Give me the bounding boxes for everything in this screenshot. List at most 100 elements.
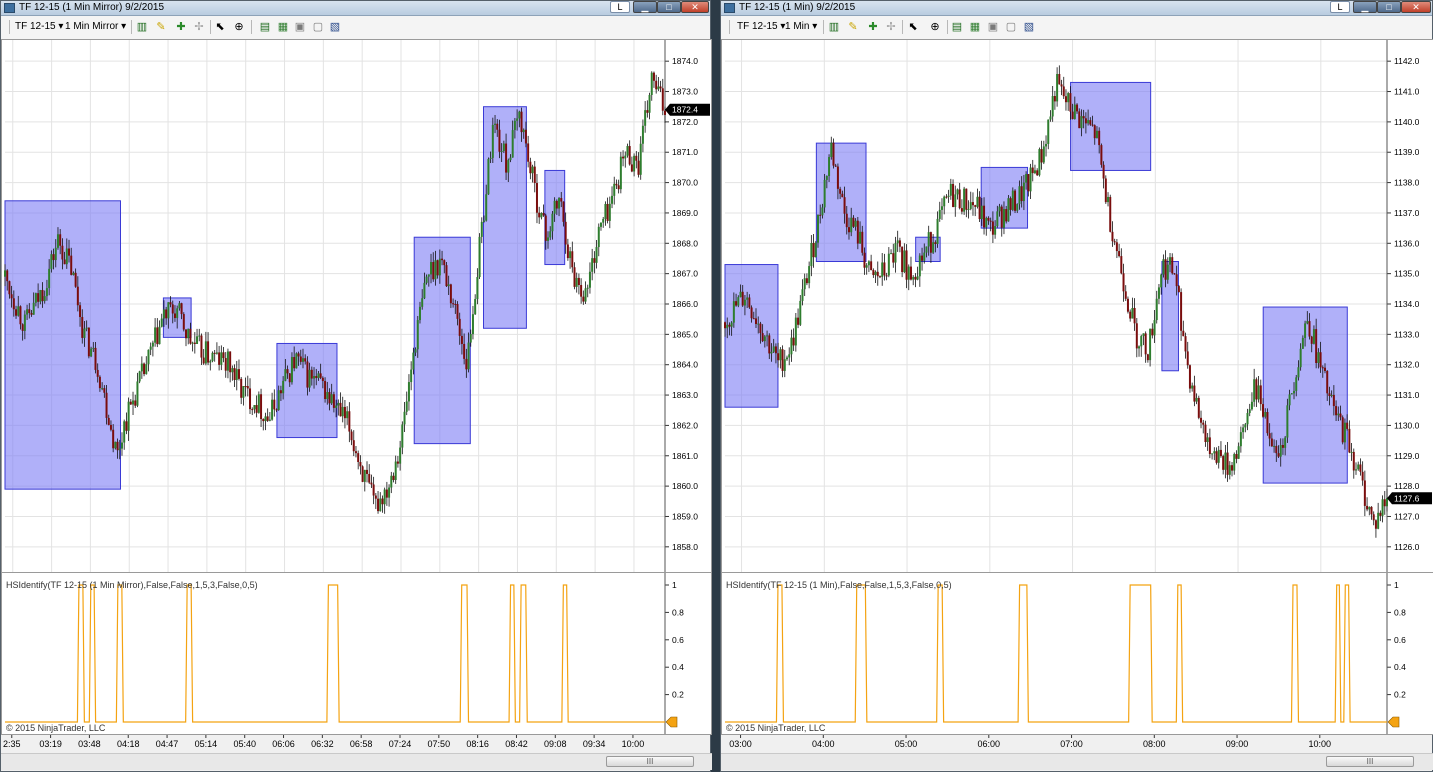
candle-body <box>1255 379 1258 400</box>
title-bar[interactable]: TF 12-15 (1 Min Mirror) 9/2/2015 L ▁ □ ✕ <box>1 1 710 16</box>
minimize-button[interactable]: ▁ <box>1353 1 1377 13</box>
indicators-icon[interactable]: ▦ <box>969 21 981 33</box>
candle-body <box>522 129 525 133</box>
candle-body <box>61 245 64 260</box>
maximize-button[interactable]: □ <box>657 1 681 13</box>
candle-body <box>465 358 468 370</box>
time-tick-label: 04:47 <box>156 739 179 749</box>
candle-body <box>949 183 952 196</box>
horizontal-scrollbar[interactable]: III <box>1 753 712 770</box>
candle-body <box>381 498 384 505</box>
candle-body <box>1352 451 1355 471</box>
candle-body <box>987 217 990 221</box>
period-selector[interactable]: 1 Min ▾ <box>785 20 817 34</box>
candle-body <box>379 498 382 512</box>
candle-body <box>237 369 240 379</box>
candle-body <box>983 205 986 228</box>
candle-body <box>277 390 280 411</box>
time-tick-label: 08:16 <box>466 739 489 749</box>
candle-body <box>1339 413 1342 418</box>
candle-body <box>821 207 824 216</box>
candle-body <box>1053 96 1056 102</box>
close-button[interactable]: ✕ <box>1401 1 1431 13</box>
window-title: TF 12-15 (1 Min) 9/2/2015 <box>739 2 856 13</box>
data-box-icon[interactable]: ▧ <box>329 21 341 33</box>
bar-style-icon[interactable]: ▥ <box>828 21 840 33</box>
candle-body <box>98 376 101 389</box>
chart-window-right[interactable]: TF 12-15 (1 Min) 9/2/2015 L ▁ □ ✕ TF 12-… <box>720 0 1433 772</box>
drawing-tool-icon[interactable]: ✢ <box>885 21 897 33</box>
chart-window-left[interactable]: TF 12-15 (1 Min Mirror) 9/2/2015 L ▁ □ ✕… <box>0 0 712 772</box>
chart-toolbar: TF 12-15 ▾ 1 Min ▾ ▥ ✎ ✚ ✢ ⬉ ⊕ ▤ ▦ ▣ ▢ ▧ <box>721 16 1432 40</box>
candle-body <box>87 327 90 357</box>
zoom-icon[interactable]: ⊕ <box>929 21 941 33</box>
strategies-icon[interactable]: ▤ <box>259 21 271 33</box>
candle-body <box>641 125 644 144</box>
template-icon[interactable]: ▢ <box>312 21 324 33</box>
cursor-pointer-icon[interactable]: ⬉ <box>214 21 226 33</box>
properties-icon[interactable]: ▣ <box>987 21 999 33</box>
candle-body <box>1381 499 1384 516</box>
language-button[interactable]: L <box>610 1 630 13</box>
crosshair-plus-icon[interactable]: ✚ <box>175 21 187 33</box>
period-selector[interactable]: 1 Min Mirror ▾ <box>65 20 126 34</box>
candle-body <box>112 429 115 449</box>
candle-body <box>456 304 459 319</box>
candle-body <box>224 358 227 371</box>
instrument-selector[interactable]: TF 12-15 ▾ <box>15 20 63 34</box>
price-chart[interactable]: 1142.0 1141.0 1140.0 1139.0 1138.0 1137.0 1136… <box>722 40 1433 572</box>
time-tick-label: 07:00 <box>1060 739 1083 749</box>
price-panel[interactable]: 1142.0 1141.0 1140.0 1139.0 1138.0 1137.0 1136… <box>721 39 1433 573</box>
candle-body <box>1308 321 1311 337</box>
candle-body <box>1166 264 1169 280</box>
scrollbar-thumb[interactable]: III <box>1326 756 1414 767</box>
data-box-icon[interactable]: ▧ <box>1023 21 1035 33</box>
candle-body <box>204 341 207 364</box>
time-tick-label: 04:18 <box>117 739 140 749</box>
cursor-pointer-icon[interactable]: ⬉ <box>907 21 919 33</box>
strategies-icon[interactable]: ▤ <box>951 21 963 33</box>
candle-body <box>808 266 811 284</box>
candle-body <box>478 236 481 278</box>
maximize-button[interactable]: □ <box>1377 1 1401 13</box>
candle-body <box>894 243 897 263</box>
template-icon[interactable]: ▢ <box>1005 21 1017 33</box>
indicator-value-tag <box>1387 716 1400 728</box>
candle-body <box>317 373 320 379</box>
price-tick-label: 1137.0 <box>1394 208 1420 218</box>
indicator-tick-label: 1 <box>672 580 677 590</box>
indicator-panel[interactable]: 1 0.8 0.6 0.4 0.2 HSIdentify(TF 12-15 (1 Min… <box>721 572 1433 735</box>
indicators-icon[interactable]: ▦ <box>277 21 289 33</box>
candle-body <box>10 294 13 299</box>
crosshair-plus-icon[interactable]: ✚ <box>867 21 879 33</box>
candle-body <box>207 341 210 363</box>
candle-body <box>189 328 192 344</box>
candle-body <box>854 220 857 227</box>
candle-body <box>794 317 797 346</box>
pencil-icon[interactable]: ✎ <box>155 21 167 33</box>
properties-icon[interactable]: ▣ <box>294 21 306 33</box>
candle-body <box>494 123 497 125</box>
zoom-icon[interactable]: ⊕ <box>233 21 245 33</box>
close-button[interactable]: ✕ <box>681 1 709 13</box>
indicator-label: HSIdentify(TF 12-15 (1 Min Mirror),False… <box>6 580 258 590</box>
drawing-tool-icon[interactable]: ✢ <box>193 21 205 33</box>
price-chart[interactable]: 1874.0 1873.0 1872.0 1871.0 1870.0 1869.0 1868… <box>2 40 711 572</box>
candle-body <box>249 388 252 410</box>
instrument-selector[interactable]: TF 12-15 ▾ <box>737 20 785 34</box>
scrollbar-thumb[interactable]: III <box>606 756 694 767</box>
bar-style-icon[interactable]: ▥ <box>136 21 148 33</box>
price-panel[interactable]: 1874.0 1873.0 1872.0 1871.0 1870.0 1869.0 1868… <box>1 39 712 573</box>
candle-body <box>916 276 919 280</box>
horizontal-scrollbar[interactable]: III <box>721 753 1433 770</box>
language-button[interactable]: L <box>1330 1 1350 13</box>
minimize-button[interactable]: ▁ <box>633 1 657 13</box>
candle-body <box>1151 328 1154 336</box>
candle-body <box>547 237 550 241</box>
candle-body <box>1321 367 1324 369</box>
title-bar[interactable]: TF 12-15 (1 Min) 9/2/2015 L ▁ □ ✕ <box>721 1 1432 16</box>
indicator-panel[interactable]: 1 0.8 0.6 0.4 0.2 HSIdentify(TF 12-15 (1 Min… <box>1 572 712 735</box>
candle-body <box>454 303 457 305</box>
pencil-icon[interactable]: ✎ <box>847 21 859 33</box>
candle-body <box>158 326 161 345</box>
